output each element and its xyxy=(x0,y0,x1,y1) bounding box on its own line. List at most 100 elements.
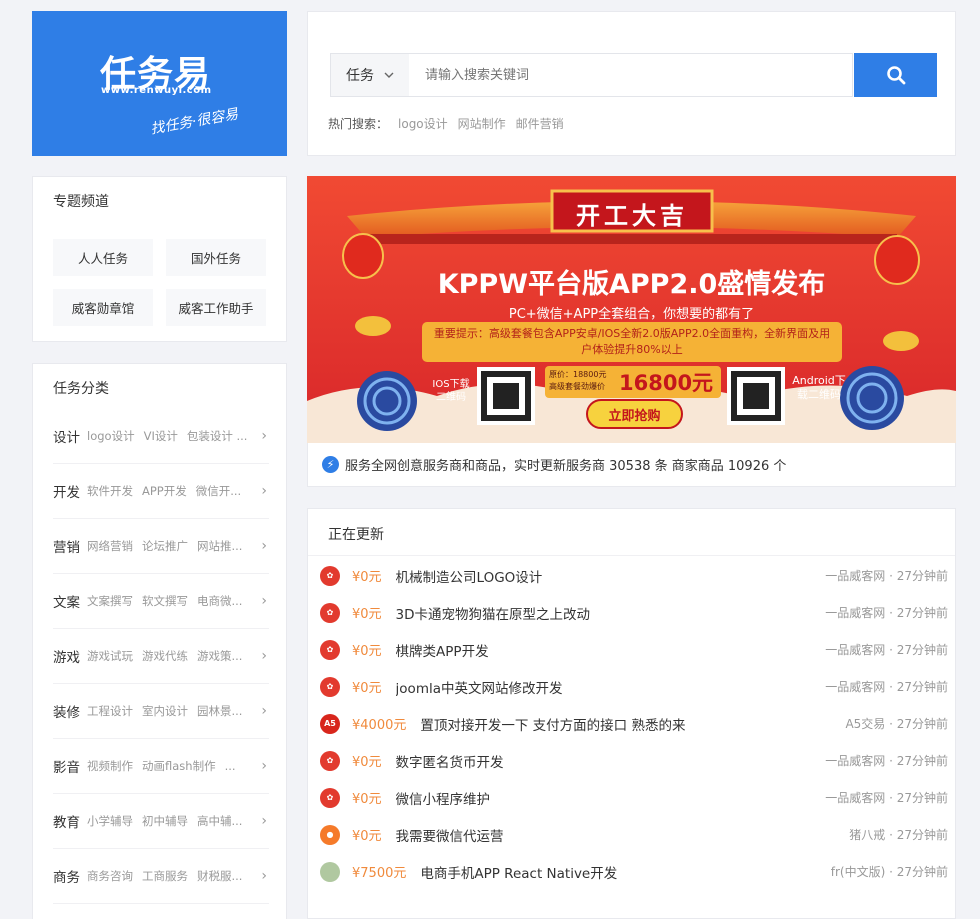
category-name[interactable]: 营销 xyxy=(53,536,87,556)
update-meta: 一品威客网 · 27分钟前 xyxy=(825,754,948,768)
category-row[interactable]: 设计 logo设计 VI设计 包装设计 ... › xyxy=(53,409,269,464)
category-name[interactable]: 设计 xyxy=(53,426,87,446)
update-title[interactable]: 棋牌类APP开发 xyxy=(396,640,826,660)
category-name[interactable]: 装修 xyxy=(53,701,87,721)
category-sub-link[interactable]: 电商微... xyxy=(197,593,242,609)
update-price: ¥7500元 xyxy=(352,866,407,881)
category-sub-link[interactable]: 游戏代练 xyxy=(142,648,188,664)
category-sub-link[interactable]: 工程设计 xyxy=(87,703,133,719)
banner-price: 16800元 xyxy=(619,371,714,395)
category-sub-link[interactable]: ... xyxy=(225,759,236,773)
update-row[interactable]: ✿ ¥0元 棋牌类APP开发 一品威客网 · 27分钟前 xyxy=(320,631,948,668)
topic-item[interactable]: 国外任务 xyxy=(166,239,266,276)
hot-search-tag[interactable]: 网站制作 xyxy=(458,115,506,132)
chevron-right-icon[interactable]: › xyxy=(261,648,267,664)
category-sub-link[interactable]: 文案撰写 xyxy=(87,593,133,609)
chevron-right-icon[interactable]: › xyxy=(261,758,267,774)
category-sub-link[interactable]: 微信开... xyxy=(196,483,241,499)
category-sub-link[interactable]: 游戏试玩 xyxy=(87,648,133,664)
source-avatar-icon: A5 xyxy=(320,713,340,734)
category-sub-link[interactable]: 初中辅导 xyxy=(142,813,188,829)
task-category-title: 任务分类 xyxy=(53,381,109,397)
chevron-right-icon[interactable]: › xyxy=(261,703,267,719)
category-row[interactable]: 开发 软件开发 APP开发 微信开... › xyxy=(53,464,269,519)
update-title[interactable]: 置顶对接开发一下 支付方面的接口 熟悉的来 xyxy=(420,714,845,734)
category-sub-link[interactable]: 游戏策... xyxy=(197,648,242,664)
category-row[interactable]: 商务 商务咨询 工商服务 财税服... › xyxy=(53,849,269,904)
topic-item[interactable]: 威客勋章馆 xyxy=(53,289,153,326)
category-sub-link[interactable]: 视频制作 xyxy=(87,758,133,774)
update-meta: 一品威客网 · 27分钟前 xyxy=(825,680,948,694)
category-sub-link[interactable]: 高中辅... xyxy=(197,813,242,829)
category-sub-link[interactable]: 网络营销 xyxy=(87,538,133,554)
chevron-right-icon[interactable]: › xyxy=(261,483,267,499)
category-sub-link[interactable]: 财税服... xyxy=(197,868,242,884)
category-sub-link[interactable]: 动画flash制作 xyxy=(142,758,216,774)
update-row[interactable]: ✿ ¥0元 joomla中英文网站修改开发 一品威客网 · 27分钟前 xyxy=(320,668,948,705)
topic-item[interactable]: 威客工作助手 xyxy=(166,289,266,326)
category-row[interactable]: 文案 文案撰写 软文撰写 电商微... › xyxy=(53,574,269,629)
chevron-right-icon[interactable]: › xyxy=(261,538,267,554)
category-name[interactable]: 文案 xyxy=(53,591,87,611)
banner-stamp: 开工大吉 xyxy=(576,202,688,230)
promo-banner[interactable]: 开工大吉 KPPW平台版APP2.0盛情发布 PC+微信+APP全套组合，你想要… xyxy=(307,176,956,443)
update-row[interactable]: ✿ ¥0元 机械制造公司LOGO设计 一品威客网 · 27分钟前 xyxy=(320,557,948,594)
update-title[interactable]: 机械制造公司LOGO设计 xyxy=(396,566,826,586)
category-sub-link[interactable]: logo设计 xyxy=(87,428,135,444)
category-sub-link[interactable]: VI设计 xyxy=(144,428,178,444)
banner-buy-button[interactable]: 立即抢购 xyxy=(587,405,682,424)
category-row[interactable]: 教育 小学辅导 初中辅导 高中辅... › xyxy=(53,794,269,849)
category-row[interactable]: 游戏 游戏试玩 游戏代练 游戏策... › xyxy=(53,629,269,684)
category-sub-link[interactable]: 软文撰写 xyxy=(142,593,188,609)
hot-search-tag[interactable]: 邮件营销 xyxy=(516,115,564,132)
update-title[interactable]: 电商手机APP React Native开发 xyxy=(420,862,830,882)
update-row[interactable]: A5 ¥4000元 置顶对接开发一下 支付方面的接口 熟悉的来 A5交易 · 27分钟… xyxy=(320,705,948,742)
update-row[interactable]: ● ¥0元 我需要微信代运营 猪八戒 · 27分钟前 xyxy=(320,816,948,853)
chevron-right-icon[interactable]: › xyxy=(261,428,267,444)
update-price: ¥4000元 xyxy=(352,718,407,733)
category-sub-link[interactable]: 园林景... xyxy=(197,703,242,719)
update-title[interactable]: 微信小程序维护 xyxy=(396,788,826,808)
category-sub-link[interactable]: 室内设计 xyxy=(142,703,188,719)
update-row[interactable]: ¥7500元 电商手机APP React Native开发 fr(中文版) · 27… xyxy=(320,853,948,890)
search-input[interactable] xyxy=(409,54,852,96)
category-sub-link[interactable]: APP开发 xyxy=(142,483,187,499)
update-row[interactable]: ✿ ¥0元 3D卡通宠物狗猫在原型之上改动 一品威客网 · 27分钟前 xyxy=(320,594,948,631)
category-sub-link[interactable]: 网站推... xyxy=(197,538,242,554)
category-name[interactable]: 影音 xyxy=(53,756,87,776)
category-row[interactable]: 装修 工程设计 室内设计 园林景... › xyxy=(53,684,269,739)
chevron-right-icon[interactable]: › xyxy=(261,813,267,829)
search-panel: 任务 热门搜索： logo设计 网站制作 邮件营销 xyxy=(307,11,956,156)
search-button[interactable] xyxy=(854,53,937,97)
category-name[interactable]: 开发 xyxy=(53,481,87,501)
category-sub-link[interactable]: 商务咨询 xyxy=(87,868,133,884)
lightning-icon: ⚡ xyxy=(322,456,339,473)
hot-search-tag[interactable]: logo设计 xyxy=(398,115,448,132)
category-row[interactable]: 影音 视频制作 动画flash制作... › xyxy=(53,739,269,794)
chevron-right-icon[interactable]: › xyxy=(261,593,267,609)
category-sub-link[interactable]: 论坛推广 xyxy=(142,538,188,554)
search-category-select[interactable]: 任务 xyxy=(331,54,409,96)
category-name[interactable]: 游戏 xyxy=(53,646,87,666)
source-avatar-icon xyxy=(320,861,340,882)
category-name[interactable]: 教育 xyxy=(53,811,87,831)
android-qr-label: Android下载二维码 xyxy=(792,374,846,401)
update-row[interactable]: ✿ ¥0元 数字匿名货币开发 一品威客网 · 27分钟前 xyxy=(320,742,948,779)
update-price: ¥0元 xyxy=(352,829,382,844)
topic-item[interactable]: 人人任务 xyxy=(53,239,153,276)
update-title[interactable]: 3D卡通宠物狗猫在原型之上改动 xyxy=(396,603,826,623)
category-row[interactable]: 营销 网络营销 论坛推广 网站推... › xyxy=(53,519,269,574)
source-avatar-icon: ✿ xyxy=(320,676,340,697)
update-row[interactable]: ✿ ¥0元 微信小程序维护 一品威客网 · 27分钟前 xyxy=(320,779,948,816)
chevron-right-icon[interactable]: › xyxy=(261,868,267,884)
category-name[interactable]: 商务 xyxy=(53,866,87,886)
update-title[interactable]: joomla中英文网站修改开发 xyxy=(396,677,826,697)
site-logo[interactable]: 任务易 www.renwuyi.com 找任务·很容易 xyxy=(32,11,287,156)
category-sub-link[interactable]: 软件开发 xyxy=(87,483,133,499)
search-box: 任务 xyxy=(330,53,853,97)
update-title[interactable]: 数字匿名货币开发 xyxy=(396,751,826,771)
category-sub-link[interactable]: 包装设计 ... xyxy=(187,428,248,444)
update-title[interactable]: 我需要微信代运营 xyxy=(396,825,850,845)
category-sub-link[interactable]: 小学辅导 xyxy=(87,813,133,829)
category-sub-link[interactable]: 工商服务 xyxy=(142,868,188,884)
